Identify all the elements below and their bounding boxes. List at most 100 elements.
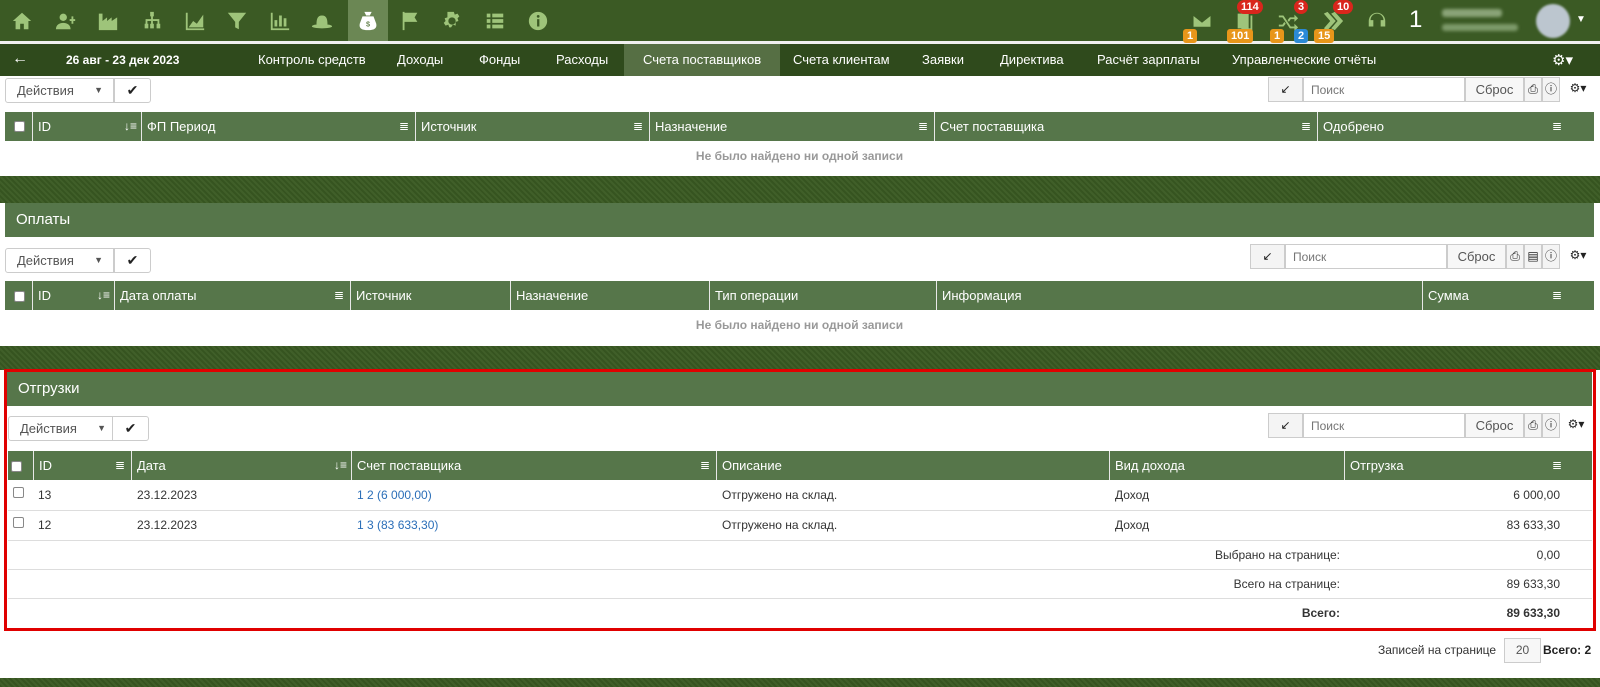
per-page-select[interactable]: 20 [1504, 638, 1541, 663]
col-purpose[interactable]: Назначение ≣ [650, 112, 935, 141]
shuffle-right-badge: 2 [1294, 29, 1309, 43]
payments-table-header: ID ↓≡ Дата оплаты ≣ Источник Назначение Ти… [5, 281, 1594, 310]
mail-badge: 1 [1183, 29, 1198, 43]
org-chart-icon[interactable] [133, 0, 171, 41]
money-bag-icon[interactable]: $ [348, 0, 388, 41]
col-fp-period[interactable]: ФП Период ≣ [142, 112, 416, 141]
user-role-blurred [1442, 24, 1518, 31]
tab-management-reports[interactable]: Управленческие отчёты [1213, 44, 1395, 76]
per-page-label: Записей на странице [1378, 643, 1497, 657]
col-purpose-label: Назначение [655, 119, 728, 134]
select-all-checkbox[interactable] [14, 291, 25, 302]
bar-chart-icon[interactable] [261, 0, 299, 41]
records-total: Всего: 2 [1543, 643, 1592, 657]
column-menu-icon[interactable]: ≣ [1301, 112, 1311, 141]
actions-label: Действия [17, 83, 74, 98]
forward-bottom-badge: 15 [1314, 29, 1335, 43]
column-menu-icon[interactable]: ≣ [1552, 112, 1562, 141]
tab-client-invoices[interactable]: Счета клиентам [774, 44, 909, 76]
col-fp-period-label: ФП Период [147, 119, 216, 134]
select-all-checkbox[interactable] [14, 121, 25, 132]
users-icon[interactable] [47, 0, 85, 41]
column-menu-icon[interactable]: ≣ [633, 112, 643, 141]
tab-income[interactable]: Доходы [378, 44, 462, 76]
actions-dropdown[interactable]: Действия ▼ [5, 78, 114, 103]
svg-text:$: $ [366, 19, 370, 28]
no-records-message: Не было найдено ни одной записи [695, 149, 904, 163]
col-source[interactable]: Источник [351, 281, 511, 310]
settings-gear-icon[interactable]: ⚙▾ [1552, 51, 1573, 69]
col-payment-date[interactable]: Дата оплаты ≣ [115, 281, 351, 310]
tab-requests[interactable]: Заявки [903, 44, 983, 76]
info-icon[interactable]: ⓘ [1542, 244, 1560, 269]
column-menu-icon[interactable]: ≣ [918, 112, 928, 141]
caret-down-icon: ▼ [94, 85, 103, 95]
chevron-down-icon[interactable]: ▼ [1576, 14, 1586, 25]
col-information[interactable]: Информация [937, 281, 1423, 310]
reset-button[interactable]: Сброс [1447, 244, 1506, 269]
actions-label: Действия [17, 253, 74, 268]
sort-desc-icon[interactable]: ↓≡ [124, 112, 137, 141]
tab-funds-control[interactable]: Контроль средств [239, 44, 385, 76]
export-icon[interactable]: ▤ [1524, 244, 1542, 269]
col-approved-label: Одобрено [1323, 119, 1384, 134]
search-input[interactable] [1303, 77, 1465, 102]
col-id[interactable]: ID ↓≡ [33, 112, 142, 141]
factory-icon[interactable] [89, 0, 127, 41]
tab-expenses[interactable]: Расходы [537, 44, 627, 76]
col-amount[interactable]: Сумма ≣ [1423, 281, 1568, 310]
apply-check-button[interactable]: ✔ [114, 248, 151, 273]
col-operation-type[interactable]: Тип операции [710, 281, 937, 310]
flag-icon[interactable] [391, 0, 429, 41]
reset-button[interactable]: Сброс [1465, 77, 1524, 102]
collapse-arrow-button[interactable]: ↙ [1250, 244, 1285, 269]
col-operation-type-label: Тип операции [715, 288, 799, 303]
list-icon[interactable] [476, 0, 514, 41]
col-id[interactable]: ID ↓≡ [33, 281, 115, 310]
print-icon[interactable]: ⎙ [1524, 77, 1542, 102]
section-divider [0, 176, 1600, 203]
col-amount-label: Сумма [1428, 288, 1469, 303]
column-menu-icon[interactable]: ≣ [1552, 281, 1562, 310]
hat-icon[interactable] [303, 0, 341, 41]
documents-top-badge: 114 [1237, 0, 1263, 14]
avatar[interactable] [1536, 4, 1570, 38]
col-approved[interactable]: Одобрено ≣ [1318, 112, 1568, 141]
tab-directive[interactable]: Директива [981, 44, 1083, 76]
search-input[interactable] [1285, 244, 1447, 269]
filter-icon[interactable] [218, 0, 256, 41]
user-name-blurred[interactable] [1442, 9, 1502, 17]
home-icon[interactable] [3, 0, 41, 41]
tab-funds[interactable]: Фонды [460, 44, 539, 76]
tab-supplier-invoices[interactable]: Счета поставщиков [624, 44, 781, 76]
col-id-label: ID [38, 119, 51, 134]
highlight-box [4, 369, 1596, 631]
col-purpose[interactable]: Назначение [511, 281, 710, 310]
actions-dropdown[interactable]: Действия ▼ [5, 248, 114, 273]
column-settings-gear-icon[interactable]: ⚙▾ [1560, 77, 1596, 102]
column-menu-icon[interactable]: ≣ [334, 281, 344, 310]
tab-payroll[interactable]: Расчёт зарплаты [1078, 44, 1219, 76]
headset-icon[interactable] [1358, 0, 1396, 41]
col-supplier-invoice[interactable]: Счет поставщика ≣ [935, 112, 1318, 141]
col-source-label: Источник [421, 119, 477, 134]
sort-desc-icon[interactable]: ↓≡ [97, 281, 110, 310]
no-records-message: Не было найдено ни одной записи [695, 318, 904, 332]
forward-top-badge: 10 [1333, 0, 1354, 14]
info-icon[interactable]: ⓘ [1542, 77, 1560, 102]
print-icon[interactable]: ⎙ [1506, 244, 1524, 269]
col-source[interactable]: Источник ≣ [416, 112, 650, 141]
collapse-arrow-button[interactable]: ↙ [1268, 77, 1303, 102]
apply-check-button[interactable]: ✔ [114, 78, 151, 103]
col-payment-date-label: Дата оплаты [120, 288, 197, 303]
shuffle-top-badge: 3 [1294, 0, 1309, 14]
date-range[interactable]: 26 авг - 23 дек 2023 [66, 53, 179, 67]
gear-icon[interactable] [433, 0, 471, 41]
area-chart-icon[interactable] [176, 0, 214, 41]
info-icon[interactable] [519, 0, 557, 41]
counter-digit: 1 [1409, 6, 1423, 33]
column-settings-gear-icon[interactable]: ⚙▾ [1560, 244, 1596, 269]
column-menu-icon[interactable]: ≣ [399, 112, 409, 141]
col-information-label: Информация [942, 288, 1022, 303]
arrow-left-icon[interactable]: ← [12, 50, 28, 68]
